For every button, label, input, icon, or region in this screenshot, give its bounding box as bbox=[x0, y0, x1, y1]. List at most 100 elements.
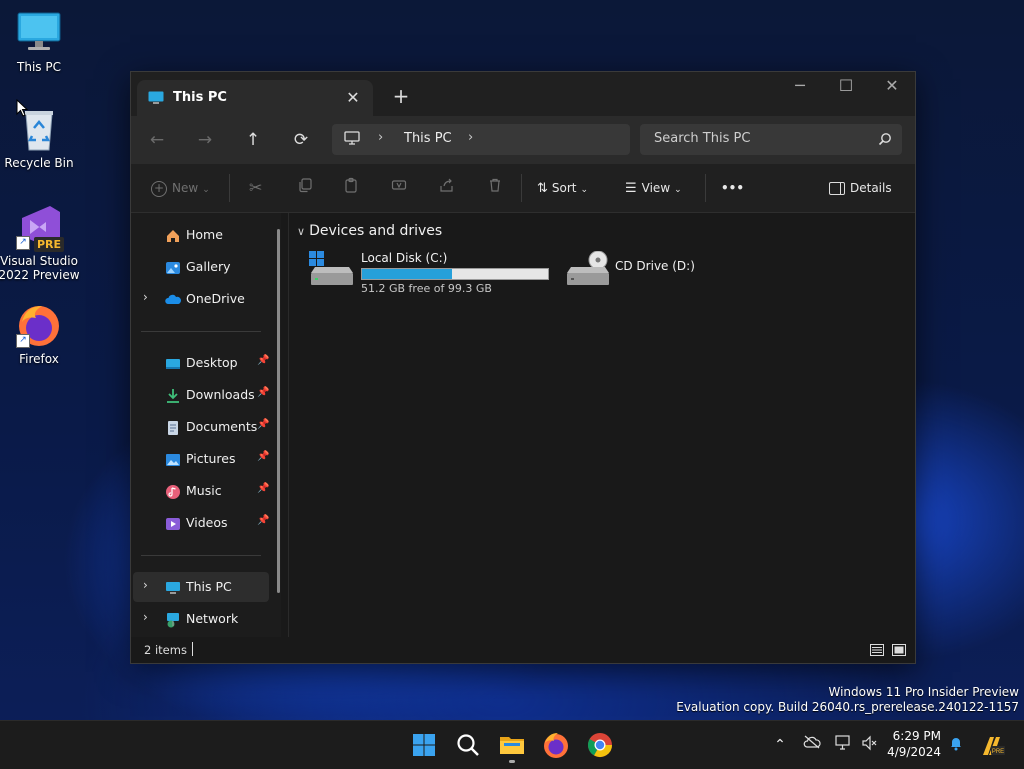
sidebar-item-label: Downloads bbox=[186, 387, 255, 402]
drive-usage-fill bbox=[362, 269, 453, 279]
chevron-down-icon: ⌄ bbox=[580, 185, 589, 195]
insider-preview-icon[interactable]: PRE bbox=[980, 735, 1006, 755]
back-button[interactable]: ← bbox=[143, 126, 171, 154]
music-icon bbox=[165, 484, 181, 500]
cut-button[interactable]: ✂ bbox=[249, 177, 262, 199]
sidebar-item-home[interactable]: Home bbox=[133, 220, 269, 250]
documents-icon bbox=[165, 420, 181, 436]
details-view-button[interactable] bbox=[869, 642, 885, 658]
item-count: 2 items bbox=[144, 643, 187, 657]
sort-icon: ⇅ bbox=[537, 181, 548, 196]
delete-button[interactable] bbox=[487, 177, 503, 199]
drive-cd-d[interactable]: CD Drive (D:) bbox=[565, 250, 725, 299]
drive-usage-bar bbox=[361, 268, 549, 280]
pin-icon: 📌 bbox=[257, 451, 270, 462]
rename-button[interactable] bbox=[391, 177, 407, 199]
sidebar-item-label: Videos bbox=[186, 515, 228, 530]
sort-button[interactable]: ⇅ Sort ⌄ bbox=[537, 177, 588, 199]
copy-button[interactable] bbox=[297, 177, 313, 199]
desktop-icon-label: Recycle Bin bbox=[4, 156, 74, 170]
desktop-icon-this-pc[interactable]: This PC bbox=[0, 10, 81, 74]
view-button[interactable]: ☰ View ⌄ bbox=[625, 177, 682, 199]
clock[interactable]: 6:29 PM 4/9/2024 bbox=[886, 728, 941, 760]
sidebar-item-label: Home bbox=[186, 227, 223, 242]
sidebar-item-gallery[interactable]: Gallery bbox=[133, 252, 269, 282]
sidebar-item-desktop[interactable]: Desktop 📌 bbox=[133, 348, 269, 378]
this-pc-icon bbox=[165, 580, 181, 596]
sidebar-divider bbox=[141, 331, 261, 332]
details-label: Details bbox=[850, 181, 892, 195]
search-box[interactable]: Search This PC bbox=[640, 124, 902, 155]
evaluation-watermark: Windows 11 Pro Insider Preview Evaluatio… bbox=[676, 685, 1019, 715]
desktop-icon-label: Firefox bbox=[19, 352, 59, 366]
toolbar-divider bbox=[521, 174, 522, 202]
maximize-button[interactable]: ☐ bbox=[823, 72, 869, 102]
onedrive-icon bbox=[165, 292, 181, 308]
chevron-right-icon[interactable]: › bbox=[143, 578, 148, 592]
paste-button[interactable] bbox=[343, 177, 359, 199]
drive-free-space: 51.2 GB free of 99.3 GB bbox=[361, 282, 492, 295]
svg-text:PRE: PRE bbox=[992, 749, 1004, 755]
desktop-icon-visual-studio[interactable]: PRE ↗ Visual Studio 2022 Preview bbox=[0, 204, 81, 282]
new-tab-button[interactable]: + bbox=[389, 84, 413, 108]
sidebar-item-downloads[interactable]: Downloads 📌 bbox=[133, 380, 269, 410]
large-icons-view-button[interactable] bbox=[891, 642, 907, 658]
share-icon bbox=[439, 178, 455, 196]
title-bar: This PC ✕ + ─ ☐ ✕ bbox=[131, 72, 915, 116]
share-button[interactable] bbox=[439, 177, 455, 199]
sidebar-item-documents[interactable]: Documents 📌 bbox=[133, 412, 269, 442]
chevron-right-icon[interactable]: › bbox=[468, 130, 473, 145]
cloud-offline-icon[interactable] bbox=[802, 735, 822, 755]
view-label: View bbox=[641, 181, 671, 195]
tab-this-pc[interactable]: This PC ✕ bbox=[137, 80, 373, 116]
details-button[interactable]: Details bbox=[829, 177, 892, 199]
sidebar-item-label: OneDrive bbox=[186, 291, 245, 306]
group-header-devices[interactable]: ∨ Devices and drives bbox=[297, 223, 442, 239]
sidebar-item-onedrive[interactable]: › OneDrive bbox=[133, 284, 269, 314]
sidebar-item-label: This PC bbox=[186, 579, 232, 594]
chevron-right-icon[interactable]: › bbox=[143, 610, 148, 624]
notifications-bell-icon[interactable] bbox=[946, 735, 966, 755]
start-button[interactable] bbox=[408, 729, 440, 761]
monitor-icon bbox=[16, 10, 62, 56]
forward-button[interactable]: → bbox=[191, 126, 219, 154]
sidebar-item-pictures[interactable]: Pictures 📌 bbox=[133, 444, 269, 474]
pin-icon: 📌 bbox=[257, 483, 270, 494]
desktop-icon-firefox[interactable]: ↗ Firefox bbox=[0, 302, 81, 366]
chrome-taskbar-button[interactable] bbox=[584, 729, 616, 761]
chevron-right-icon[interactable]: › bbox=[378, 130, 383, 145]
address-bar[interactable]: › This PC › bbox=[332, 124, 630, 155]
pin-icon: 📌 bbox=[257, 515, 270, 526]
volume-muted-icon[interactable] bbox=[860, 735, 880, 755]
breadcrumb-this-pc[interactable]: This PC bbox=[404, 131, 452, 146]
up-button[interactable]: ↑ bbox=[239, 126, 267, 154]
drive-local-disk-c[interactable]: Local Disk (C:) 51.2 GB free of 99.3 GB bbox=[309, 251, 559, 299]
details-view-icon bbox=[869, 643, 885, 662]
minimize-button[interactable]: ─ bbox=[777, 72, 823, 102]
sidebar-item-network[interactable]: › Network bbox=[133, 604, 269, 634]
chrome-icon bbox=[584, 733, 616, 765]
navigation-pane: Home Gallery › OneDrive Desktop 📌 Downlo… bbox=[131, 213, 281, 637]
clock-time: 6:29 PM bbox=[892, 729, 941, 743]
close-window-button[interactable]: ✕ bbox=[869, 72, 915, 102]
downloads-icon bbox=[165, 388, 181, 404]
hard-drive-icon bbox=[309, 251, 355, 291]
firefox-taskbar-button[interactable] bbox=[540, 729, 572, 761]
network-status-icon[interactable] bbox=[834, 735, 854, 755]
show-hidden-icons-button[interactable]: ⌃ bbox=[770, 735, 790, 755]
more-options-button[interactable]: ••• bbox=[721, 177, 744, 199]
sidebar-item-this-pc[interactable]: › This PC bbox=[133, 572, 269, 602]
new-button[interactable]: + New ⌄ bbox=[151, 177, 210, 199]
pin-icon: 📌 bbox=[257, 355, 270, 366]
chevron-right-icon[interactable]: › bbox=[143, 290, 148, 304]
sidebar-item-videos[interactable]: Videos 📌 bbox=[133, 508, 269, 538]
group-title: Devices and drives bbox=[309, 223, 443, 239]
search-taskbar-button[interactable] bbox=[452, 729, 484, 761]
sidebar-item-music[interactable]: Music 📌 bbox=[133, 476, 269, 506]
file-explorer-taskbar-button[interactable] bbox=[496, 729, 528, 763]
desktop-icon-recycle-bin[interactable]: Recycle Bin bbox=[0, 106, 81, 170]
close-tab-button[interactable]: ✕ bbox=[341, 86, 365, 110]
sidebar-scrollbar[interactable] bbox=[277, 229, 280, 593]
sidebar-item-label: Desktop bbox=[186, 355, 238, 370]
refresh-button[interactable]: ⟳ bbox=[287, 126, 315, 154]
